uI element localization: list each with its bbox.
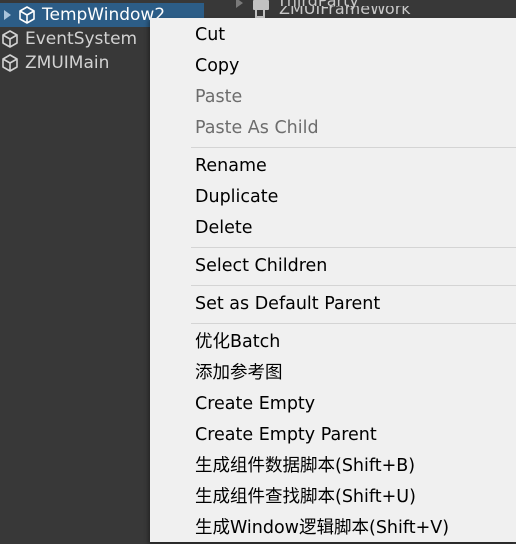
menu-item-create-empty-parent[interactable]: Create Empty Parent (195, 420, 377, 451)
hierarchy-item-label: EventSystem (25, 29, 138, 49)
menu-item-duplicate[interactable]: Duplicate (195, 182, 278, 213)
menu-item-set-default-parent[interactable]: Set as Default Parent (195, 289, 380, 320)
context-menu: Cut Copy Paste Paste As Child Rename Dup… (150, 18, 516, 542)
menu-item-paste[interactable]: Paste (195, 82, 242, 113)
menu-separator (191, 247, 516, 248)
hierarchy-item-label: ZMUIMain (25, 53, 110, 73)
menu-separator (191, 147, 516, 148)
gameobject-cube-icon (2, 30, 18, 48)
menu-separator (191, 285, 516, 286)
menu-item-generate-component-find-script[interactable]: 生成组件查找脚本(Shift+U) (195, 482, 416, 513)
hierarchy-item-eventsystem[interactable]: EventSystem (0, 27, 137, 51)
menu-item-cut[interactable]: Cut (195, 20, 225, 51)
menu-item-copy[interactable]: Copy (195, 51, 239, 82)
expand-arrow-icon[interactable] (236, 0, 243, 8)
menu-item-delete[interactable]: Delete (195, 213, 253, 244)
menu-item-optimize-batch[interactable]: 优化Batch (195, 327, 280, 358)
menu-item-paste-as-child[interactable]: Paste As Child (195, 113, 319, 144)
gameobject-cube-icon (2, 54, 18, 72)
menu-item-add-reference-image[interactable]: 添加参考图 (195, 358, 283, 389)
menu-item-rename[interactable]: Rename (195, 151, 267, 182)
menu-separator (191, 323, 516, 324)
hierarchy-item-zmuimain[interactable]: ZMUIMain (0, 51, 109, 75)
expand-arrow-icon[interactable] (4, 10, 11, 20)
menu-item-select-children[interactable]: Select Children (195, 251, 327, 282)
project-row-zmuiframework[interactable]: ZMUIFrameWork (252, 6, 411, 18)
gameobject-cube-icon (19, 6, 35, 24)
menu-item-generate-window-logic-script[interactable]: 生成Window逻辑脚本(Shift+V) (195, 513, 449, 544)
menu-item-create-empty[interactable]: Create Empty (195, 389, 315, 420)
menu-item-generate-component-data-script[interactable]: 生成组件数据脚本(Shift+B) (195, 451, 415, 482)
hierarchy-item-label: TempWindow2 (42, 5, 166, 25)
project-row-label: ZMUIFrameWork (279, 6, 411, 18)
file-icon (255, 8, 265, 18)
